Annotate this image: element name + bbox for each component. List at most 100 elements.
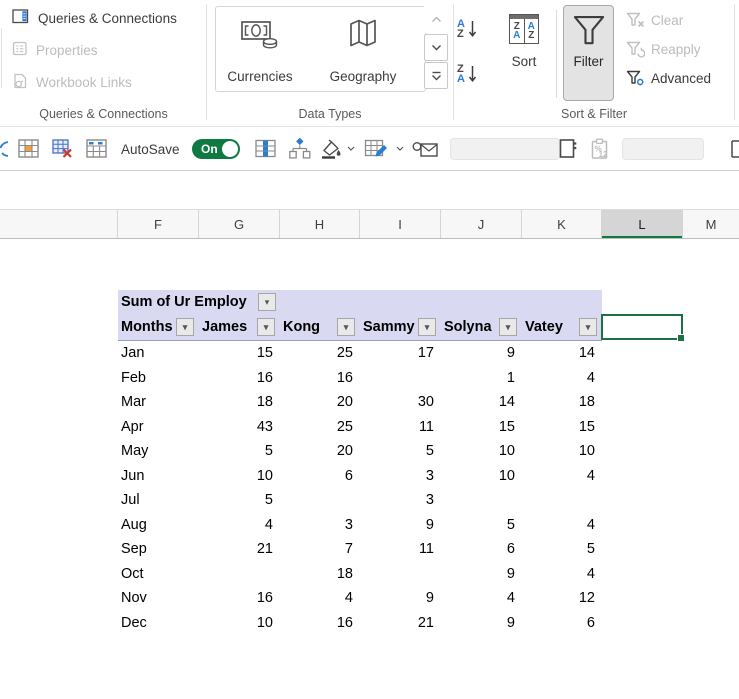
pivot-value-cell[interactable]: 6 <box>441 537 522 562</box>
pivot-value-cell[interactable] <box>441 488 522 513</box>
gallery-down-button[interactable] <box>424 34 448 61</box>
pivot-month-cell[interactable]: Jun <box>118 464 199 489</box>
pivot-value-cell[interactable]: 10 <box>199 611 280 636</box>
selected-cell[interactable] <box>601 314 683 340</box>
pivot-column-header[interactable]: Vatey▾ <box>522 315 602 340</box>
pivot-month-cell[interactable]: May <box>118 439 199 464</box>
secondary-input[interactable] <box>622 138 704 160</box>
format-as-table-icon[interactable] <box>17 138 40 159</box>
pivot-value-cell[interactable]: 14 <box>522 341 602 366</box>
pivot-value-cell[interactable]: 10 <box>522 439 602 464</box>
pivot-value-cell[interactable]: 20 <box>280 439 360 464</box>
pivot-value-cell[interactable]: 4 <box>522 366 602 391</box>
column-header-I[interactable]: I <box>360 210 441 238</box>
pivot-value-cell[interactable]: 15 <box>441 415 522 440</box>
chevron-down-icon[interactable] <box>396 146 404 151</box>
advanced-filter-button[interactable]: Advanced <box>626 70 711 87</box>
sort-button[interactable]: ZAAZ Sort <box>498 8 550 98</box>
pivot-value-cell[interactable]: 1 <box>441 366 522 391</box>
workbook-links-button[interactable]: Workbook Links <box>12 73 132 92</box>
insert-table-column-icon[interactable] <box>254 138 277 159</box>
pivot-value-cell[interactable] <box>360 562 441 587</box>
pivot-value-cell[interactable]: 15 <box>199 341 280 366</box>
pivot-value-cell[interactable]: 18 <box>522 390 602 415</box>
pivot-value-cell[interactable]: 18 <box>199 390 280 415</box>
properties-button[interactable]: Properties <box>12 41 98 59</box>
pivot-value-cell[interactable]: 21 <box>360 611 441 636</box>
filter-button[interactable]: Filter <box>563 5 614 101</box>
paste-values-number-formatting-icon[interactable]: %12 <box>590 138 610 160</box>
pivot-value-cell[interactable]: 9 <box>441 341 522 366</box>
filter-dropdown-button[interactable]: ▾ <box>579 318 597 336</box>
pivot-value-cell[interactable]: 11 <box>360 537 441 562</box>
pivot-value-cell[interactable]: 21 <box>199 537 280 562</box>
pivot-value-cell[interactable]: 4 <box>522 513 602 538</box>
pivot-month-cell[interactable]: Jul <box>118 488 199 513</box>
autosave-toggle[interactable]: On <box>192 139 240 159</box>
column-header-J[interactable]: J <box>441 210 522 238</box>
filter-dropdown-button[interactable]: ▾ <box>337 318 355 336</box>
pivot-month-cell[interactable]: Apr <box>118 415 199 440</box>
pivot-value-cell[interactable]: 5 <box>441 513 522 538</box>
queries-connections-button[interactable]: Queries & Connections <box>12 9 177 27</box>
pivot-value-cell[interactable]: 4 <box>522 562 602 587</box>
filter-dropdown-button[interactable]: ▾ <box>257 318 275 336</box>
gallery-up-button[interactable] <box>424 6 448 33</box>
name-box-input[interactable] <box>450 138 560 160</box>
pivot-value-cell[interactable]: 12 <box>522 586 602 611</box>
partial-right-icon[interactable] <box>730 139 739 159</box>
pivot-value-cell[interactable]: 9 <box>441 611 522 636</box>
pivot-value-cell[interactable]: 10 <box>441 439 522 464</box>
pivot-value-cell[interactable]: 5 <box>199 488 280 513</box>
pivot-value-cell[interactable]: 9 <box>360 513 441 538</box>
pivot-value-cell[interactable]: 7 <box>280 537 360 562</box>
draw-table-icon[interactable] <box>364 138 389 159</box>
pivot-value-cell[interactable]: 4 <box>280 586 360 611</box>
pivot-value-cell[interactable]: 6 <box>280 464 360 489</box>
column-header-G[interactable]: G <box>199 210 280 238</box>
pivot-value-cell[interactable] <box>522 488 602 513</box>
sort-ascending-button[interactable]: AZ <box>457 13 495 45</box>
pivot-value-cell[interactable]: 10 <box>199 464 280 489</box>
fill-handle[interactable] <box>677 334 685 342</box>
filter-dropdown-button[interactable]: ▾ <box>176 318 194 336</box>
pivot-month-cell[interactable]: Oct <box>118 562 199 587</box>
pivot-field-dropdown[interactable]: ▾ <box>258 293 276 311</box>
pivot-value-cell[interactable]: 9 <box>441 562 522 587</box>
pivot-month-cell[interactable]: Mar <box>118 390 199 415</box>
pivot-column-header[interactable]: Months▾ <box>118 315 199 340</box>
pivot-value-cell[interactable]: 10 <box>441 464 522 489</box>
pivot-month-cell[interactable]: Nov <box>118 586 199 611</box>
pivot-month-cell[interactable]: Feb <box>118 366 199 391</box>
pivot-value-cell[interactable]: 14 <box>441 390 522 415</box>
column-header-blank[interactable] <box>0 210 118 238</box>
pivot-column-header[interactable]: Solyna▾ <box>441 315 522 340</box>
document-icon[interactable] <box>558 138 578 159</box>
geography-button[interactable]: Geography <box>304 7 422 91</box>
pivot-value-cell[interactable]: 5 <box>199 439 280 464</box>
partial-sync-icon[interactable] <box>0 139 9 159</box>
pivot-value-cell[interactable]: 9 <box>360 586 441 611</box>
table-icon[interactable] <box>85 138 108 159</box>
pivot-value-cell[interactable]: 3 <box>280 513 360 538</box>
delete-table-icon[interactable] <box>51 138 74 159</box>
pivot-column-header[interactable]: James▾ <box>199 315 280 340</box>
pivot-value-cell[interactable]: 4 <box>522 464 602 489</box>
pivot-month-cell[interactable]: Dec <box>118 611 199 636</box>
pivot-value-cell[interactable]: 18 <box>280 562 360 587</box>
pivot-month-cell[interactable]: Sep <box>118 537 199 562</box>
reapply-button[interactable]: Reapply <box>626 41 701 58</box>
send-attachment-icon[interactable] <box>412 140 439 158</box>
pivot-value-cell[interactable]: 4 <box>199 513 280 538</box>
pivot-month-cell[interactable]: Aug <box>118 513 199 538</box>
pivot-value-cell[interactable]: 6 <box>522 611 602 636</box>
column-header-H[interactable]: H <box>280 210 360 238</box>
column-header-M[interactable]: M <box>683 210 739 238</box>
column-header-K[interactable]: K <box>522 210 602 238</box>
pivot-value-cell[interactable]: 3 <box>360 464 441 489</box>
pivot-value-cell[interactable]: 30 <box>360 390 441 415</box>
pivot-value-cell[interactable]: 16 <box>199 366 280 391</box>
pivot-value-cell[interactable] <box>360 366 441 391</box>
pivot-column-header[interactable]: Sammy▾ <box>360 315 441 340</box>
column-header-F[interactable]: F <box>118 210 199 238</box>
